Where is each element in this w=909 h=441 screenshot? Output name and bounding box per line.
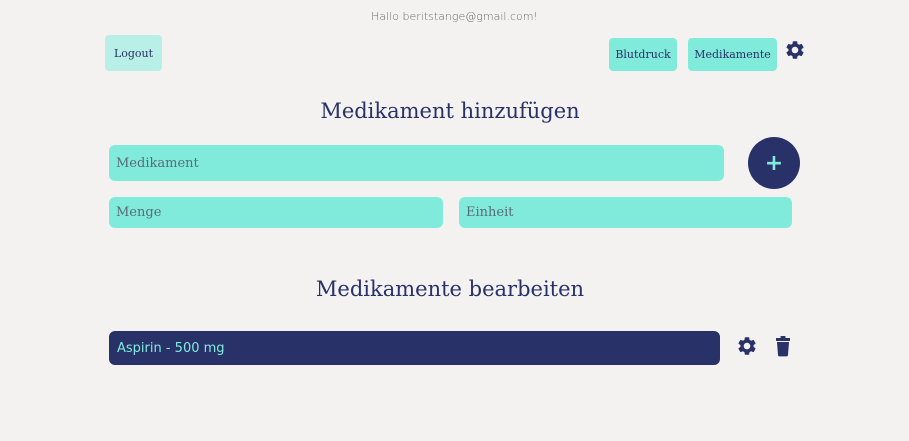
edit-section-title: Medikamente bearbeiten bbox=[315, 277, 585, 301]
nav-medikamente-button[interactable]: Medikamente bbox=[688, 38, 777, 71]
nav-blutdruck-button[interactable]: Blutdruck bbox=[609, 38, 677, 71]
medikament-input[interactable] bbox=[109, 145, 724, 181]
delete-trash-icon[interactable] bbox=[775, 335, 791, 357]
add-section-title: Medikament hinzufügen bbox=[320, 99, 580, 123]
greeting-text: Hallo beritstange@gmail.com! bbox=[371, 10, 538, 23]
edit-gear-icon[interactable] bbox=[736, 335, 758, 357]
medication-list-item[interactable]: Aspirin - 500 mg bbox=[109, 331, 720, 365]
einheit-input[interactable] bbox=[459, 197, 792, 228]
add-medication-button[interactable]: + bbox=[748, 137, 800, 189]
menge-input[interactable] bbox=[109, 197, 443, 228]
medication-label: Aspirin - 500 mg bbox=[117, 340, 225, 356]
settings-gear-icon[interactable] bbox=[784, 39, 806, 61]
logout-button[interactable]: Logout bbox=[105, 35, 162, 71]
